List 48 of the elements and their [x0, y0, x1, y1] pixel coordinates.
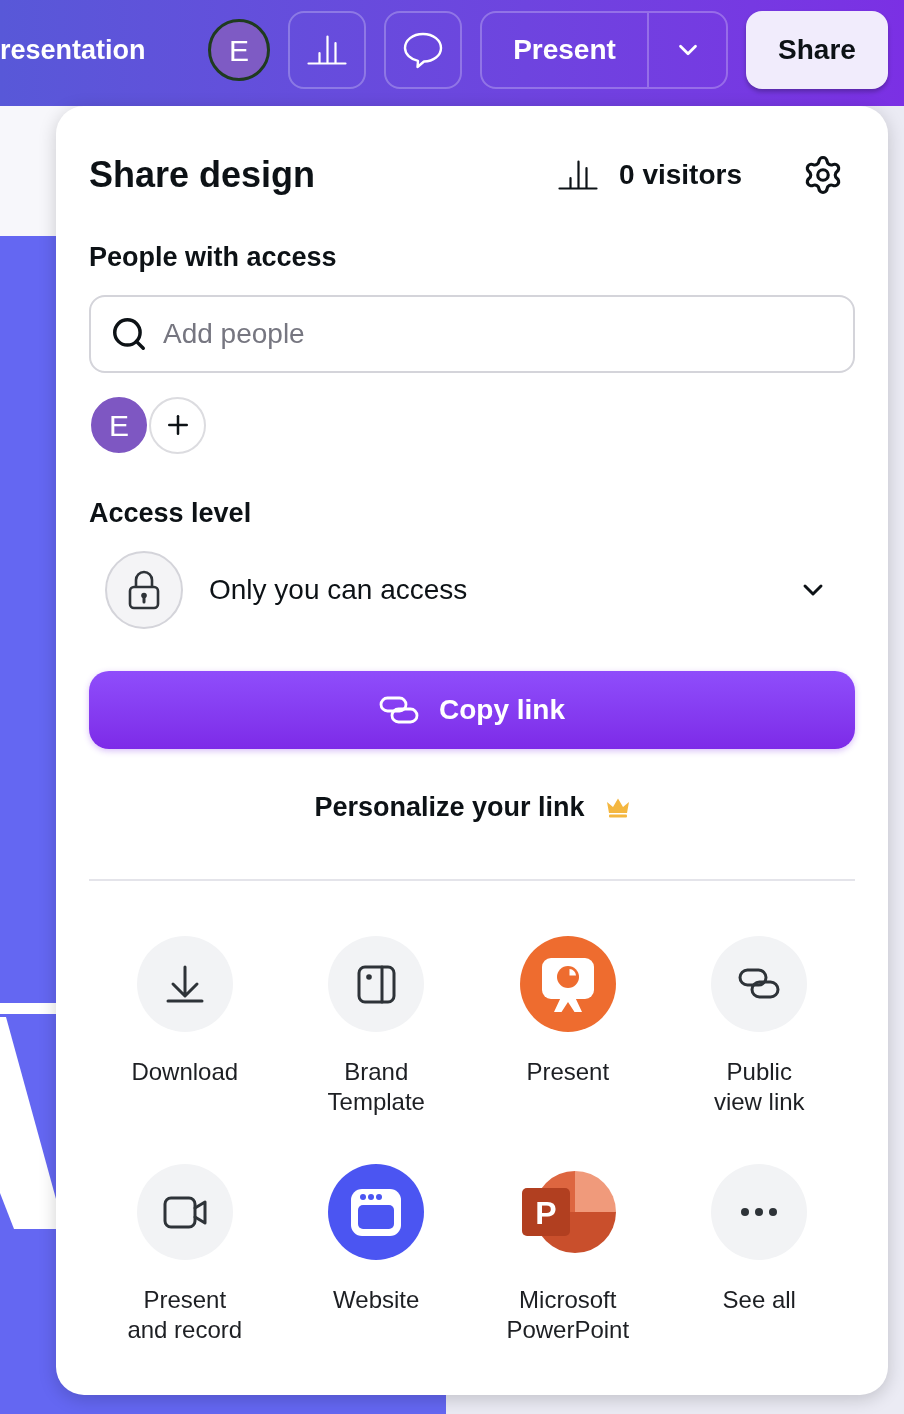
person-avatar[interactable]: E	[89, 395, 149, 455]
personalize-link-button[interactable]: Personalize your link	[314, 789, 630, 825]
share-option-button[interactable]: Download	[89, 936, 281, 1087]
copy-link-button[interactable]: Copy link	[89, 671, 855, 749]
lock-icon	[105, 551, 183, 629]
document-title[interactable]: resentation	[0, 29, 146, 71]
option-label: Brand Template	[327, 1057, 425, 1117]
link-icon	[379, 696, 419, 724]
template-layout-icon	[328, 936, 425, 1032]
option-label: Download	[131, 1057, 239, 1087]
search-icon	[110, 315, 148, 353]
option-label: Microsoft PowerPoint	[506, 1285, 630, 1345]
add-person-button[interactable]	[149, 396, 206, 454]
visitors-button[interactable]: 0 visitors	[558, 154, 742, 196]
presenter-screen-icon	[519, 936, 616, 1032]
access-level-value: Only you can access	[209, 573, 468, 607]
logo-letter: P	[535, 1195, 557, 1231]
section-heading: People with access	[89, 241, 338, 274]
share-option-button[interactable]: Brand Template	[280, 936, 472, 1117]
bar-chart-icon	[558, 160, 599, 190]
user-avatar[interactable]: E	[208, 19, 270, 81]
link-icon	[711, 936, 808, 1032]
share-option-button[interactable]: Public view link	[663, 936, 855, 1117]
share-option-button[interactable]: Present	[472, 936, 664, 1087]
option-label: See all	[722, 1285, 796, 1315]
share-option-button[interactable]: See all	[663, 1164, 855, 1315]
browser-window-icon	[328, 1164, 425, 1260]
video-camera-icon	[136, 1164, 233, 1260]
comment-button[interactable]	[384, 11, 462, 89]
crown-icon	[605, 796, 630, 818]
section-heading: Access level	[89, 497, 253, 530]
more-dots-icon	[711, 1164, 808, 1260]
option-label: Present	[526, 1057, 610, 1087]
present-button[interactable]: Present	[482, 13, 647, 87]
option-label: Public view link	[713, 1057, 805, 1117]
bar-chart-icon	[307, 35, 347, 65]
option-label: Website	[333, 1285, 420, 1315]
panel-title: Share design	[89, 153, 316, 197]
share-button[interactable]: Share	[746, 11, 888, 89]
speech-bubble-icon	[403, 31, 443, 69]
share-option-button[interactable]: Present and record	[89, 1164, 281, 1345]
insights-button[interactable]	[288, 11, 366, 89]
download-icon	[136, 936, 233, 1032]
search-field[interactable]: Add people	[89, 295, 855, 373]
access-level-dropdown[interactable]: Only you can access	[89, 551, 855, 629]
share-option-button[interactable]: P Microsoft PowerPoint	[472, 1164, 664, 1345]
option-label: Present and record	[127, 1285, 243, 1345]
share-option-button[interactable]: Website	[280, 1164, 472, 1315]
